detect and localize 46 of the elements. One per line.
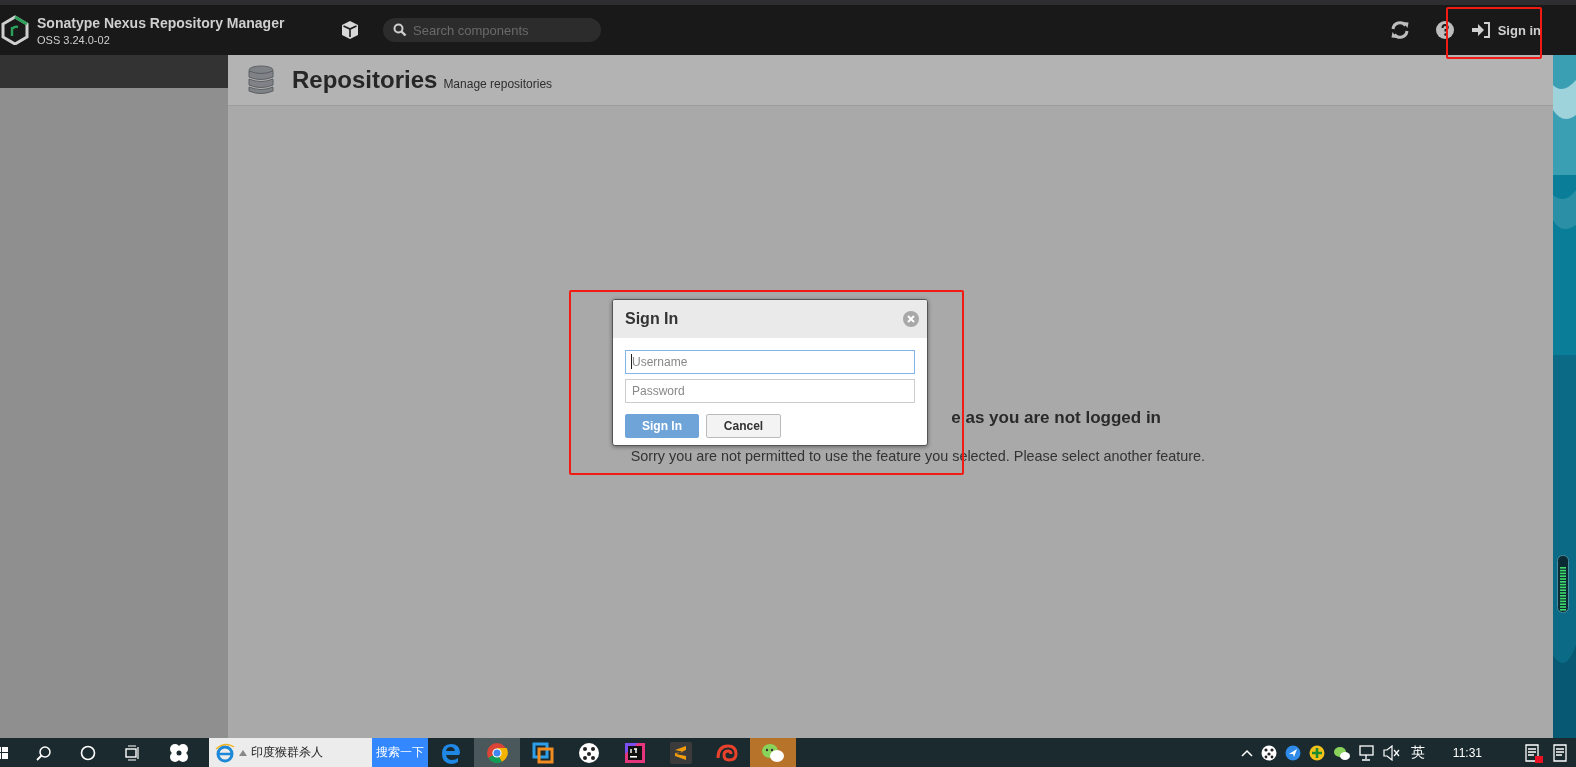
overlapping-squares-icon (532, 741, 554, 764)
version-label: OSS 3.24.0-02 (37, 33, 111, 46)
search-field[interactable]: Search components (383, 18, 601, 42)
sign-in-button[interactable]: Sign in (1470, 22, 1541, 38)
message-heading: e as you are not logged in (951, 408, 1161, 428)
muted-speaker-icon[interactable] (1382, 744, 1401, 761)
edge-e-icon (440, 741, 462, 764)
pinwheel-icon[interactable] (168, 741, 190, 764)
refresh-icon[interactable] (1389, 21, 1410, 39)
chrome-ball-icon (486, 741, 508, 764)
search-query: 印度猴群杀人 (251, 744, 324, 761)
cube-icon[interactable] (340, 20, 360, 40)
cancel-button[interactable]: Cancel (706, 414, 781, 438)
notification-icon[interactable] (1524, 742, 1544, 763)
editor-icon (670, 741, 692, 764)
sign-in-icon (1470, 22, 1491, 38)
page-subtitle: Manage repositories (443, 77, 553, 91)
page-title: Repositories (292, 66, 438, 94)
bird-icon[interactable] (1284, 744, 1301, 761)
password-field[interactable]: Password (625, 379, 915, 403)
task-view-icon[interactable] (124, 744, 140, 761)
network-icon[interactable] (1358, 744, 1375, 761)
circle-icon[interactable] (80, 744, 96, 761)
ide-icon (624, 741, 646, 764)
chevron-up-icon[interactable] (1240, 748, 1253, 757)
app-title: Sonatype Nexus Repository Manager (37, 14, 286, 31)
chat-bubbles-icon (761, 741, 785, 764)
dotted-circle-icon (578, 741, 600, 764)
meter-widget-icon (1557, 555, 1569, 613)
browser-e-icon (215, 742, 235, 763)
username-field[interactable]: Username (625, 350, 915, 374)
plus-badge-icon[interactable] (1308, 744, 1325, 761)
text-cursor (631, 354, 632, 369)
database-icon (248, 65, 274, 95)
search-icon (393, 23, 407, 37)
caret-icon (239, 749, 247, 756)
chat-bubbles-icon[interactable] (1332, 744, 1351, 761)
search-icon[interactable] (36, 744, 52, 761)
hexagon-logo-icon (1, 15, 29, 45)
help-icon[interactable] (1435, 21, 1454, 39)
windows-start-icon[interactable] (0, 745, 8, 760)
clock-time[interactable]: 11:31 (1452, 745, 1482, 760)
input-language-indicator[interactable]: 英 (1410, 743, 1425, 762)
dialog-title: Sign In (625, 310, 679, 328)
dotted-ball-icon[interactable] (1260, 744, 1277, 761)
taskbar-search-box[interactable]: 印度猴群杀人 搜索一下 (209, 738, 428, 767)
